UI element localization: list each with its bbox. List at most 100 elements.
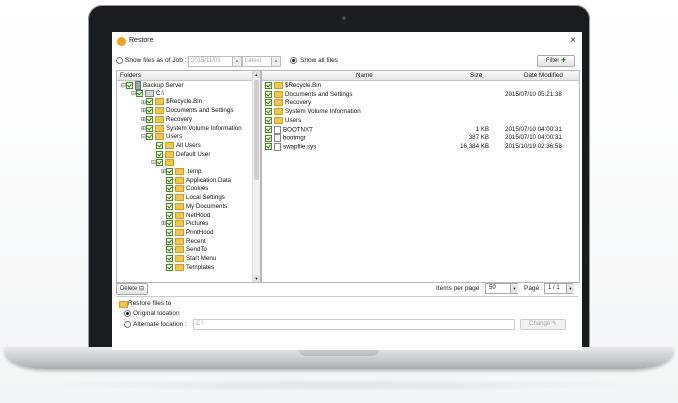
checkbox-icon[interactable]	[265, 143, 272, 151]
tree-node[interactable]: Default User	[151, 150, 210, 159]
checkbox-icon[interactable]	[146, 115, 153, 123]
checkbox-icon[interactable]	[146, 133, 153, 141]
alternate-location-option[interactable]: Alternate location :	[124, 321, 187, 328]
checkbox-icon[interactable]	[166, 176, 173, 184]
view-options: Show files as of Job : 2015/11/03 ▲ Late…	[112, 55, 582, 68]
tree-node[interactable]: PrintHood	[161, 228, 214, 237]
checkbox-icon[interactable]	[166, 246, 173, 254]
checkbox-icon[interactable]	[265, 82, 272, 89]
file-row[interactable]: Documents and Settings 2015/07/10 05:21:3…	[262, 90, 579, 99]
folder-icon	[155, 115, 164, 123]
folder-icon	[175, 194, 184, 202]
title-bar: Restore ×	[112, 32, 582, 52]
checkbox-icon[interactable]	[265, 116, 272, 124]
scroll-up-icon[interactable]: ▲	[253, 71, 260, 78]
checkbox-icon[interactable]	[166, 168, 173, 175]
tree-node[interactable]: Application Data	[161, 176, 231, 185]
checkbox-icon[interactable]	[166, 228, 173, 236]
tree-node[interactable]: ⊞ Documents and Settings	[141, 107, 233, 115]
checkbox-icon[interactable]	[265, 90, 272, 98]
size-column-header[interactable]: Size	[470, 71, 482, 80]
alternate-location-radio[interactable]	[124, 321, 131, 328]
tree-node[interactable]: ⊟ Users	[141, 133, 182, 141]
checkbox-icon[interactable]	[166, 220, 173, 228]
checkbox-icon[interactable]	[166, 211, 173, 219]
original-location-option[interactable]: Original location	[124, 310, 180, 317]
file-row[interactable]: $Recycle.Bin	[262, 82, 579, 90]
tree-node[interactable]: Recent	[161, 237, 206, 246]
drive-icon	[145, 89, 154, 97]
tree-node[interactable]: Cookies	[161, 185, 208, 193]
checkbox-icon[interactable]	[146, 98, 153, 106]
tree-node[interactable]: ⊟ C:\	[131, 89, 164, 98]
tree-node[interactable]: Local Settings	[161, 194, 225, 202]
alternate-location-input[interactable]: C:\	[193, 319, 515, 330]
checkbox-icon[interactable]	[156, 159, 163, 167]
file-row[interactable]: Users	[262, 116, 579, 125]
checkbox-icon[interactable]	[166, 237, 173, 245]
show-all-files-radio[interactable]	[290, 57, 297, 64]
change-label: Change	[529, 321, 551, 327]
close-icon[interactable]: ×	[570, 35, 576, 46]
date-modified-column-header[interactable]: Date Modified	[524, 71, 563, 80]
checkbox-icon[interactable]	[126, 82, 133, 89]
show-all-files-option[interactable]: Show all files	[290, 57, 338, 64]
tree-node[interactable]: Start Menu	[161, 255, 216, 263]
job-latest-spinner-icon[interactable]: ▲	[271, 56, 281, 67]
filter-button[interactable]: Filter ✚	[537, 55, 575, 67]
checkbox-icon[interactable]	[146, 124, 153, 132]
tree-node[interactable]: ⊞ Pictures	[161, 220, 208, 228]
folder-icon	[175, 237, 184, 245]
file-row[interactable]: bootmgr 387 KB 2015/07/10 04:00:31	[262, 134, 579, 143]
checkbox-icon[interactable]	[166, 185, 173, 193]
original-location-radio[interactable]	[124, 310, 131, 317]
tree-node[interactable]: Templates	[161, 263, 214, 272]
name-column-header[interactable]: Name	[356, 71, 373, 80]
tree-node[interactable]: SendTo	[161, 246, 207, 254]
items-per-page-dropdown-icon[interactable]: ▼	[510, 284, 518, 293]
checkbox-icon[interactable]	[156, 141, 163, 149]
change-button[interactable]: Change ✎	[520, 319, 566, 330]
file-size: 16,384 KB	[460, 142, 489, 150]
file-row[interactable]: Recovery	[262, 99, 579, 107]
show-as-of-job-option[interactable]: Show files as of Job :	[116, 57, 186, 64]
tree-node[interactable]: ⊞ $Recycle.Bin	[141, 98, 202, 106]
checkbox-icon[interactable]	[156, 150, 163, 158]
tree-node-label: Start Menu	[186, 255, 217, 263]
file-row[interactable]: BOOTNXT 1 KB 2015/07/10 04:00:31	[262, 125, 579, 134]
checkbox-icon[interactable]	[265, 134, 272, 142]
checkbox-icon[interactable]	[166, 202, 173, 210]
checkbox-icon[interactable]	[146, 107, 153, 115]
page-dropdown-icon[interactable]: ▼	[566, 284, 574, 293]
tree-node[interactable]: My Documents	[161, 202, 227, 211]
tree-node[interactable]: ⊞ Recovery	[141, 115, 192, 124]
checkbox-icon[interactable]	[136, 89, 143, 97]
items-per-page-select[interactable]: 50 ▼	[485, 283, 518, 294]
checkbox-icon[interactable]	[166, 255, 173, 262]
checkbox-icon[interactable]	[166, 263, 173, 271]
checkbox-icon[interactable]	[265, 126, 272, 133]
job-latest-select[interactable]: Latest	[242, 56, 272, 67]
file-date-modified: 2015/07/10 05:21:38	[505, 90, 562, 98]
tree-node[interactable]: ⊞ .temp	[161, 168, 201, 176]
tree-node-label: Documents and Settings	[166, 107, 234, 115]
file-row[interactable]: swapfile.sys 16,384 KB 2015/10/19 02:36:58	[262, 142, 579, 151]
scroll-down-icon[interactable]: ▼	[253, 275, 260, 282]
scroll-thumb[interactable]	[254, 80, 259, 180]
tree-node[interactable]: ⊞ System Volume Information	[141, 124, 242, 133]
checkbox-icon[interactable]	[265, 99, 272, 107]
tree-node[interactable]: NetHood	[161, 211, 210, 220]
job-date-spinner-icon[interactable]: ▲	[232, 56, 242, 67]
checkbox-icon[interactable]	[265, 108, 272, 116]
file-row[interactable]: System Volume Information	[262, 108, 579, 116]
delete-button[interactable]: Delete ⊟	[116, 283, 148, 295]
job-date-select[interactable]: 2015/11/03	[188, 56, 233, 67]
tree-scrollbar[interactable]: ▲ ▼	[252, 71, 260, 282]
page-select[interactable]: 1 / 1 ▼	[544, 283, 574, 294]
checkbox-icon[interactable]	[166, 194, 173, 202]
tree-node[interactable]: All Users	[151, 141, 201, 150]
show-as-of-job-radio[interactable]	[116, 57, 123, 64]
tree-node[interactable]: ⊟	[151, 159, 176, 167]
folder-icon	[274, 90, 283, 98]
tree-node[interactable]: ⊟ Backup Server	[121, 81, 184, 90]
